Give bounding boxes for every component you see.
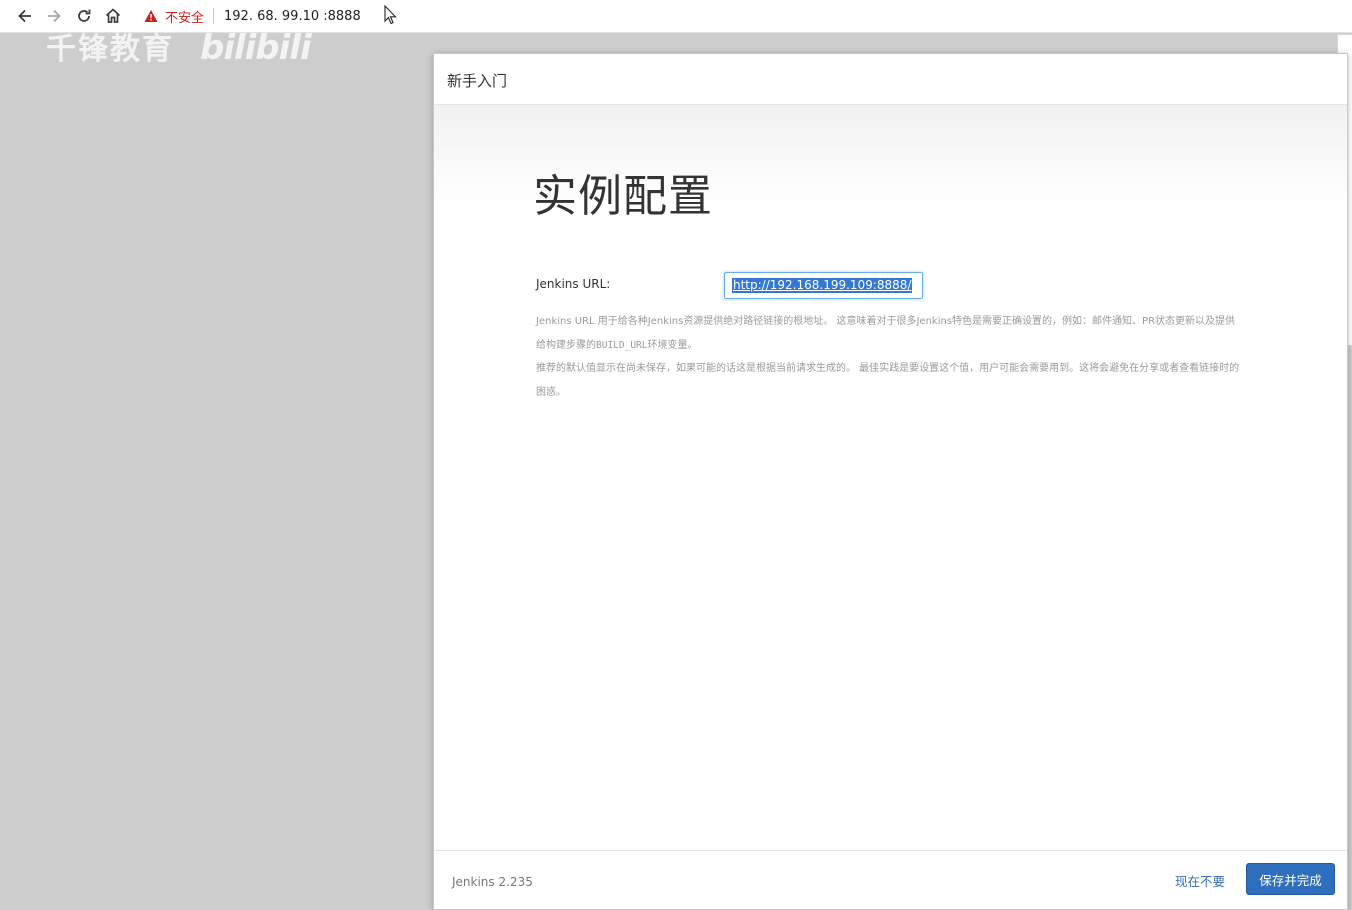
home-icon[interactable] [103,6,123,26]
reload-icon[interactable] [74,6,94,26]
warning-icon [144,9,158,23]
dialog-header: 新手入门 [434,54,1347,105]
help-text-1b: 环境变量。 [647,339,698,351]
jenkins-version: Jenkins 2.235 [452,875,533,889]
help-paragraph-1: Jenkins URL 用于给各种Jenkins资源提供绝对路径链接的根地址。 … [536,310,1241,357]
bilibili-logo: bilibili [200,28,312,68]
watermark-text: 千锋教育 [46,32,174,67]
build-url-code: BUILD_URL [596,339,648,351]
security-warning-label[interactable]: 不安全 [165,7,204,26]
back-icon[interactable] [15,6,35,26]
jenkins-url-input[interactable]: http://192.168.199.109:8888/ [724,272,923,299]
save-and-finish-button[interactable]: 保存并完成 [1246,863,1335,895]
dialog-body: 实例配置 Jenkins URL: http://192.168.199.109… [434,105,1347,850]
setup-wizard-dialog: 新手入门 实例配置 Jenkins URL: http://192.168.19… [433,53,1348,910]
skip-button[interactable]: 现在不要 [1175,871,1225,890]
address-url[interactable]: 192. 68. 99.10 :8888 [224,9,361,24]
address-divider [213,8,215,24]
watermark: 千锋教育 bilibili [46,24,312,68]
address-bar[interactable]: 不安全 192. 68. 99.10 :8888 [136,5,1352,27]
help-text: Jenkins URL 用于给各种Jenkins资源提供绝对路径链接的根地址。 … [536,310,1241,404]
forward-icon[interactable] [44,6,64,26]
jenkins-url-label: Jenkins URL: [536,277,611,291]
dialog-footer: Jenkins 2.235 现在不要 保存并完成 [434,850,1347,909]
page-title: 实例配置 [533,171,713,222]
mouse-cursor-icon [384,4,398,29]
dialog-title: 新手入门 [447,72,508,90]
jenkins-url-value: http://192.168.199.109:8888/ [732,278,913,293]
help-paragraph-2: 推荐的默认值显示在尚未保存，如果可能的话这是根据当前请求生成的。 最佳实践是要设… [536,363,1240,398]
